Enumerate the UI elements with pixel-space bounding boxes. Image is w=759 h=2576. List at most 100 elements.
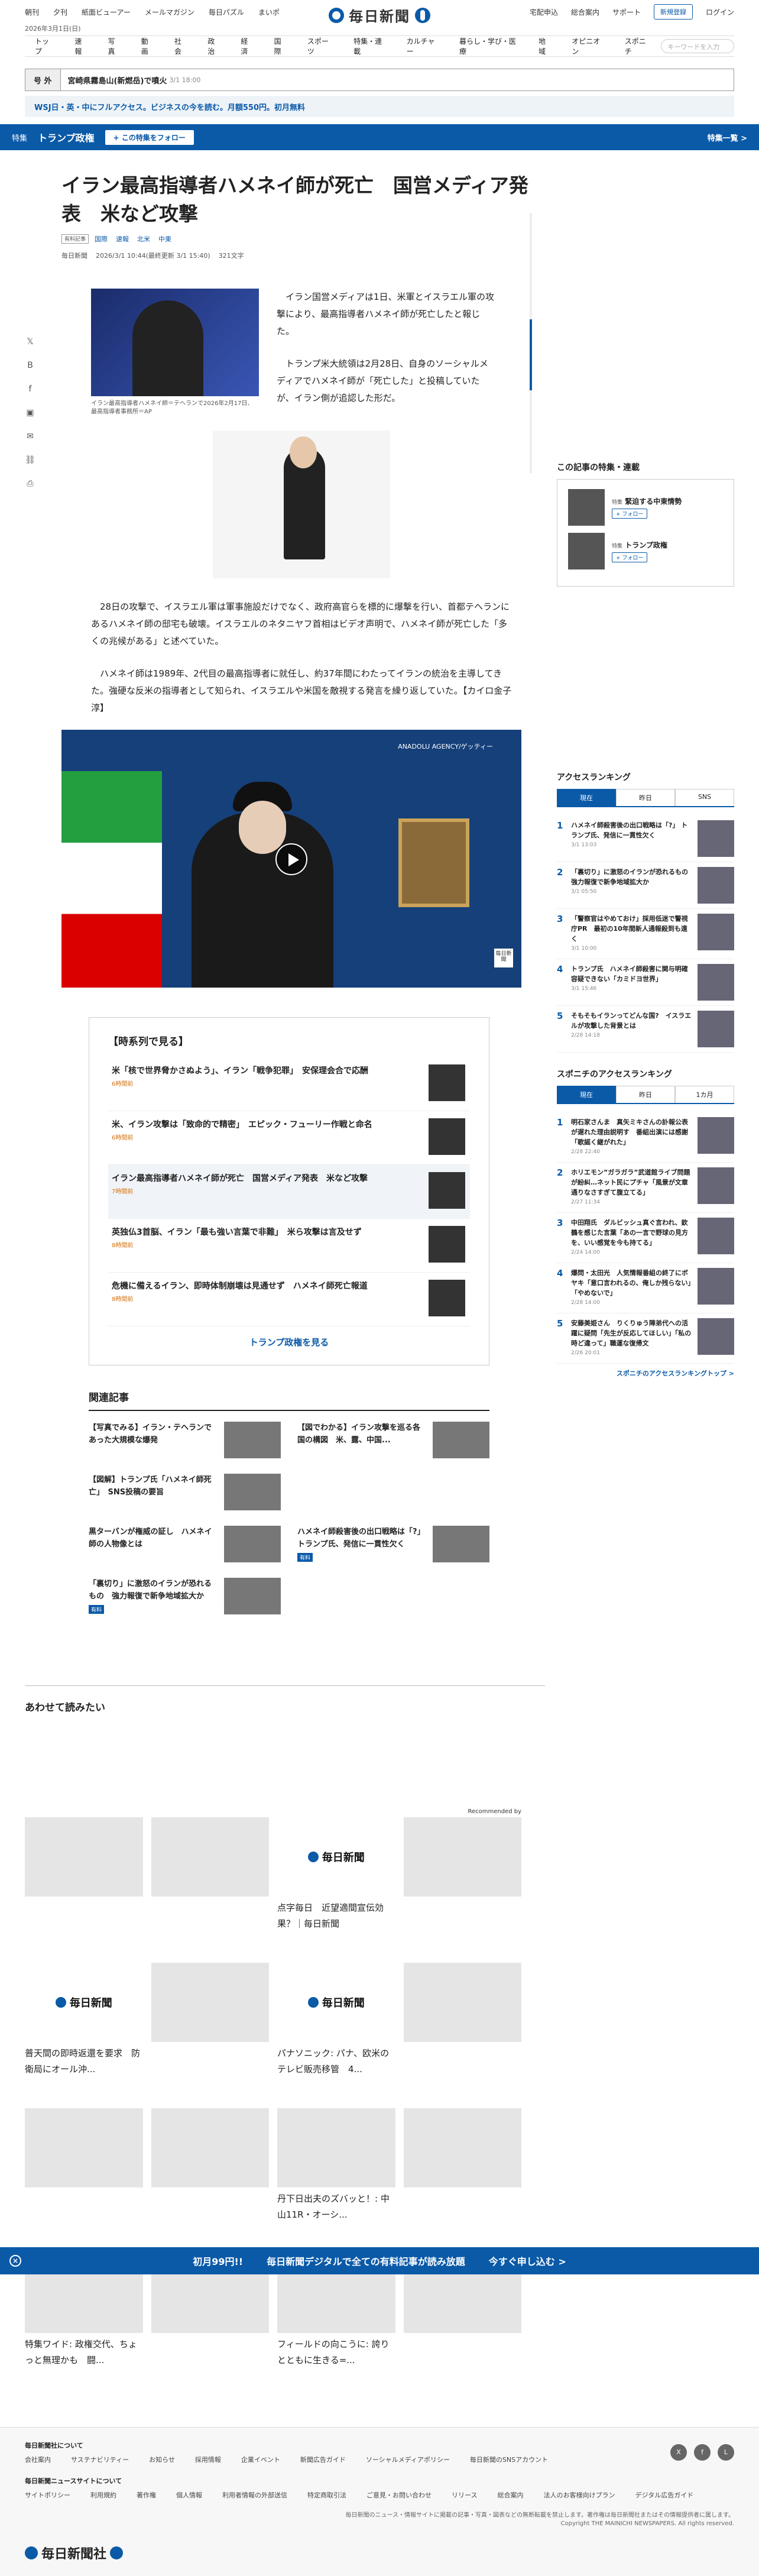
nav-item[interactable]: スポニチ	[615, 36, 661, 56]
footer-link[interactable]: 法人のお客様向けプラン	[543, 2490, 615, 2500]
ranking-item[interactable]: 1 明石家さんま 真矢ミキさんの訃報公表が遅れた理由説明す 番組出演には感謝「歌謡…	[557, 1112, 734, 1163]
footer-link[interactable]: 毎日新聞のSNSアカウント	[470, 2455, 548, 2464]
close-icon[interactable]: ×	[9, 2255, 21, 2267]
play-icon[interactable]	[275, 843, 307, 875]
promo-banner[interactable]: WSJ日・英・中にフルアクセス。ビジネスの今を読む。月額550円。初月無料	[25, 96, 734, 117]
nav-item[interactable]: 動画	[131, 36, 164, 56]
related-item[interactable]: 「裏切り」に激怒のイランが恐れるもの 強力報復で新争地域拡大か 有料	[89, 1578, 281, 1614]
line-share-icon[interactable]: ▣	[25, 408, 35, 419]
feature-list-link[interactable]: 特集一覧 >	[708, 132, 747, 143]
recommended-item[interactable]	[151, 1817, 269, 1932]
feature-title[interactable]: トランプ政権	[38, 130, 95, 144]
top-link[interactable]: 朝刊	[25, 7, 39, 17]
top-right-link[interactable]: サポート	[612, 7, 641, 17]
facebook-share-icon[interactable]: f	[25, 384, 35, 395]
nav-item[interactable]: 地域	[528, 36, 562, 56]
ranking-tab[interactable]: 現在	[557, 1086, 616, 1103]
site-logo[interactable]: 毎日新聞	[329, 5, 430, 25]
footer-link[interactable]: 利用規約	[90, 2490, 116, 2500]
footer-link[interactable]: 個人情報	[176, 2490, 202, 2500]
ranking-tab[interactable]: 昨日	[616, 789, 675, 806]
ranking-item[interactable]: 2 ホリエモン”ガラガラ”武道館ライブ問題が紛糾…ネット民にプチャ「風景が文章通り…	[557, 1163, 734, 1213]
print-icon[interactable]: ⎙	[25, 479, 35, 490]
recommended-item[interactable]	[25, 1817, 143, 1932]
footer-link[interactable]: 採用情報	[195, 2455, 221, 2464]
recommended-item[interactable]	[403, 2108, 521, 2223]
recommended-item[interactable]	[403, 1817, 521, 1932]
article-tag[interactable]: 北米	[137, 234, 150, 244]
article-tag[interactable]: 速報	[116, 234, 129, 244]
sponichi-more-link[interactable]: スポニチのアクセスランキングトップ >	[557, 1368, 734, 1378]
related-item[interactable]: 黒ターバンが権威の証し ハメネイ師の人物像とは	[89, 1526, 281, 1562]
footer-link[interactable]: 著作権	[137, 2490, 156, 2500]
mail-share-icon[interactable]: ✉	[25, 432, 35, 442]
footer-link[interactable]: 総合案内	[497, 2490, 523, 2500]
footer-link[interactable]: 特定商取引法	[307, 2490, 346, 2500]
timeline-more-link[interactable]: トランプ政権を見る	[108, 1336, 470, 1348]
nav-item[interactable]: 社会	[164, 36, 197, 56]
link-copy-icon[interactable]: ⛓	[25, 455, 35, 466]
ranking-tab[interactable]: 昨日	[616, 1086, 675, 1103]
nav-item[interactable]: 国際	[264, 36, 297, 56]
nav-item[interactable]: 政治	[197, 36, 231, 56]
line-icon[interactable]: L	[718, 2444, 734, 2461]
footer-link[interactable]: デジタル広告ガイド	[635, 2490, 693, 2500]
top-right-link[interactable]: 宅配申込	[530, 7, 558, 17]
nav-item[interactable]: 速報	[64, 36, 98, 56]
timeline-item[interactable]: 英独仏3首脳、イラン「最も強い言葉で非難」 米ら攻撃は言及せず 8時間前	[108, 1219, 470, 1273]
banner-cta[interactable]: 今すぐ申し込む >	[489, 2254, 566, 2268]
footer-link[interactable]: ソーシャルメディアポリシー	[366, 2455, 450, 2464]
top-link[interactable]: まいポ	[258, 7, 280, 17]
top-link[interactable]: メールマガジン	[145, 7, 194, 17]
ranking-item[interactable]: 2 「裏切り」に激怒のイランが恐れるもの 強力報復で新争地域拡大か 3/1 05:5…	[557, 862, 734, 909]
article-photo[interactable]	[91, 289, 259, 396]
footer-link[interactable]: リリース	[452, 2490, 477, 2500]
ranking-item[interactable]: 4 爆問・太田光 人気情報番組の終了にボヤキ「意口言われるの、俺しか残らない」「や…	[557, 1263, 734, 1313]
nav-item[interactable]: 暮らし・学び・医療	[449, 36, 528, 56]
article-tag[interactable]: 国際	[95, 234, 108, 244]
subscribe-banner[interactable]: × 初月99円!! 毎日新聞デジタルで全ての有料記事が読み放題 今すぐ申し込む …	[0, 2247, 759, 2274]
footer-link[interactable]: サステナビリティー	[71, 2455, 129, 2464]
nav-item[interactable]: カルチャー	[397, 36, 449, 56]
ranking-item[interactable]: 5 そもそもイランってどんな国? イスラエルが攻撃した背景とは 2/28 14:18	[557, 1006, 734, 1053]
footer-link[interactable]: 企業イベント	[241, 2455, 280, 2464]
recommended-item[interactable]: 毎日新聞 普天間の即時返還を要求 防衛局にオール沖...	[25, 1963, 143, 2077]
footer-link[interactable]: ご意見・お問い合わせ	[366, 2490, 432, 2500]
ranking-tab[interactable]: 1カ月	[675, 1086, 734, 1103]
related-item[interactable]: 【図解】トランプ氏「ハメネイ師死亡」 SNS投稿の要旨	[89, 1474, 281, 1510]
breaking-news[interactable]: 号 外宮崎県霧島山(新燃岳)で噴火 3/1 18:00	[25, 69, 734, 91]
nav-item[interactable]: トップ	[25, 36, 64, 56]
article-tag[interactable]: 中東	[158, 234, 171, 244]
ranking-tab[interactable]: SNS	[675, 789, 734, 806]
x-icon[interactable]: X	[670, 2444, 687, 2461]
recommended-item[interactable]: 毎日新聞 点字毎日 近望適間宣伝効果？｜毎日新聞	[277, 1817, 395, 1932]
footer-link[interactable]: サイトポリシー	[25, 2490, 70, 2500]
top-right-link[interactable]: 総合案内	[571, 7, 599, 17]
ranking-item[interactable]: 3 「警察官はやめておけ」採用低迷で警視庁PR 最初の10年間新人通報殺到も遠く 3…	[557, 909, 734, 959]
search-input[interactable]: キーワードを入力	[661, 39, 734, 53]
nav-item[interactable]: 経済	[231, 36, 264, 56]
video-player[interactable]: ANADOLU AGENCY/ゲッティー 毎日新聞	[61, 730, 521, 988]
top-link[interactable]: 紙面ビューアー	[82, 7, 131, 17]
top-link[interactable]: 毎日パズル	[209, 7, 244, 17]
ranking-item[interactable]: 4 トランプ氏 ハメネイ師殺害に関与明確 容疑できない「カミドヨ世界」 3/1 15…	[557, 959, 734, 1006]
footer-link[interactable]: 利用者情報の外部送信	[222, 2490, 287, 2500]
timeline-scrollbar[interactable]	[530, 213, 532, 473]
x-share-icon[interactable]: 𝕏	[25, 337, 35, 348]
recommended-item[interactable]: 丹下日出夫のズバッと！: 中山11R・オーシ...	[277, 2108, 395, 2223]
ad-image[interactable]	[213, 431, 390, 578]
recommended-item[interactable]	[151, 2108, 269, 2223]
footer-link[interactable]: お知らせ	[149, 2455, 175, 2464]
breaking-text[interactable]: 宮崎県霧島山(新燃岳)で噴火	[61, 75, 167, 86]
nav-item[interactable]: スポーツ	[297, 36, 343, 56]
register-button[interactable]: 新規登録	[653, 4, 693, 20]
related-item[interactable]: 【図でわかる】イラン攻撃を巡る各国の構図 米、露、中国...	[297, 1422, 489, 1458]
ranking-tab[interactable]: 現在	[557, 789, 616, 806]
related-item[interactable]: 【写真でみる】イラン・テヘランであった大規模な爆発	[89, 1422, 281, 1458]
recommended-item[interactable]	[403, 1963, 521, 2077]
footer-logo[interactable]: 毎日新聞社	[25, 2543, 124, 2562]
recommended-item[interactable]	[25, 2108, 143, 2223]
footer-link[interactable]: 新聞広告ガイド	[300, 2455, 346, 2464]
nav-item[interactable]: 特集・連載	[343, 36, 397, 56]
nav-item[interactable]: 写真	[98, 36, 131, 56]
